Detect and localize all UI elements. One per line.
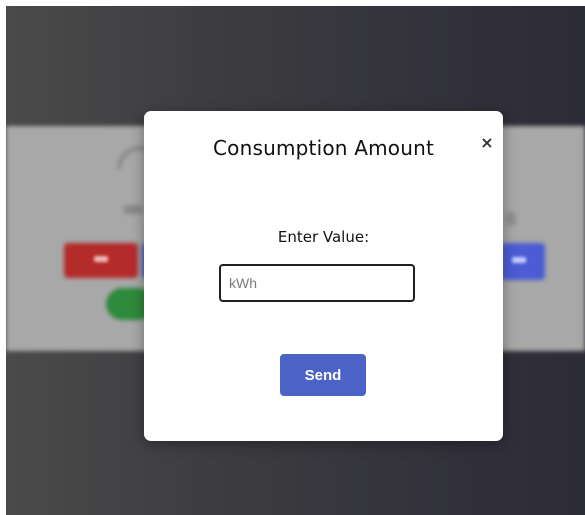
close-icon[interactable]: × [480,134,494,152]
background-blue-button-right-label [512,257,526,263]
enter-value-label: Enter Value: [277,228,370,246]
send-button[interactable]: Send [280,354,366,396]
background-red-button-label [94,256,108,262]
background-right-text [506,212,516,226]
app-viewport: Consumption Amount × Enter Value: Send [6,6,585,515]
consumption-modal: Consumption Amount × Enter Value: Send [144,111,503,441]
background-status-text [124,205,142,214]
kwh-input[interactable] [219,264,415,302]
modal-title: Consumption Amount [212,136,434,160]
